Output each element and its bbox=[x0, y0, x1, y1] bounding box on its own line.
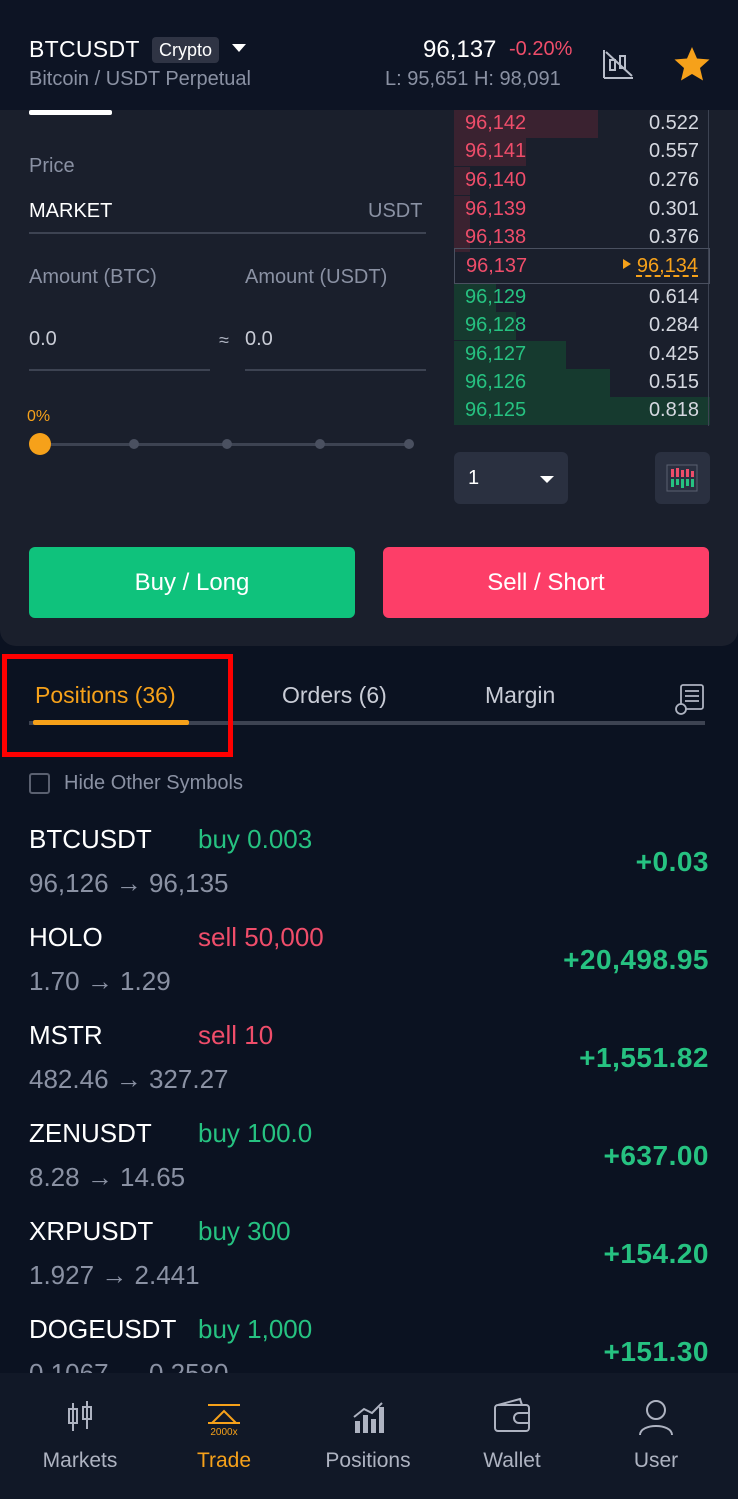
amount-btc-input[interactable]: 0.0 bbox=[29, 328, 57, 351]
price-field-underline bbox=[29, 232, 426, 234]
amount-usdt-input[interactable]: 0.0 bbox=[245, 328, 273, 351]
position-symbol: HOLO bbox=[29, 922, 103, 952]
user-icon bbox=[639, 1400, 673, 1436]
position-symbol: DOGEUSDT bbox=[29, 1314, 177, 1344]
depth-select[interactable]: 1 bbox=[454, 452, 568, 504]
depth-chart-icon bbox=[666, 464, 698, 492]
approx-symbol: ≈ bbox=[219, 330, 229, 350]
highlight-annotation-box bbox=[2, 654, 233, 757]
sell-short-button[interactable]: Sell / Short bbox=[383, 547, 709, 618]
tab-orders[interactable]: Orders (6) bbox=[282, 682, 387, 709]
ask-row[interactable]: 96,139 0.301 bbox=[454, 196, 710, 224]
position-price-range: 1.927 → 2.441 bbox=[29, 1260, 200, 1290]
nav-positions[interactable]: Positions bbox=[296, 1373, 440, 1499]
symbol-title[interactable]: BTCUSDT bbox=[29, 36, 140, 63]
order-type-tab-indicator bbox=[29, 110, 112, 115]
favorite-star-icon[interactable] bbox=[672, 44, 712, 84]
position-symbol: MSTR bbox=[29, 1020, 103, 1050]
bid-row[interactable]: 96,128 0.284 bbox=[454, 312, 710, 340]
hide-other-symbols-label[interactable]: Hide Other Symbols bbox=[64, 772, 243, 795]
position-side: sell 50,000 bbox=[198, 922, 324, 952]
position-row[interactable]: MSTR sell 10 482.46 → 327.27 +1,551.82 bbox=[0, 1020, 738, 1118]
position-side: buy 0.003 bbox=[198, 824, 313, 854]
nav-markets[interactable]: Markets bbox=[8, 1373, 152, 1499]
price-label: Price bbox=[29, 155, 75, 177]
wallet-icon bbox=[494, 1397, 530, 1432]
nav-user-label: User bbox=[633, 1449, 679, 1472]
position-price-range: 96,126 → 96,135 bbox=[29, 868, 229, 898]
bid-row[interactable]: 96,125 0.818 bbox=[454, 397, 710, 425]
position-side: sell 10 bbox=[198, 1020, 274, 1050]
position-pnl: +1,551.82 bbox=[579, 1042, 709, 1073]
amount-btc-label: Amount (BTC) bbox=[29, 266, 157, 288]
nav-user[interactable]: User bbox=[584, 1373, 728, 1499]
amount-usdt-label: Amount (USDT) bbox=[245, 266, 388, 288]
mark-price: 96,134 bbox=[636, 255, 698, 277]
candlestick-icon bbox=[68, 1401, 92, 1431]
nav-positions-label: Positions bbox=[325, 1449, 411, 1472]
position-price-range: 8.28 → 14.65 bbox=[29, 1162, 186, 1192]
position-symbol: BTCUSDT bbox=[29, 824, 152, 854]
price-change: -0.20% bbox=[509, 38, 573, 60]
tab-margin[interactable]: Margin bbox=[485, 682, 555, 709]
mid-last-price: 96,137 bbox=[466, 255, 528, 277]
position-price-range: 1.70 → 1.29 bbox=[29, 966, 171, 996]
buy-long-button[interactable]: Buy / Long bbox=[29, 547, 355, 618]
nav-wallet[interactable]: Wallet bbox=[440, 1373, 584, 1499]
slider-handle[interactable] bbox=[29, 433, 51, 455]
symbol-subtitle: Bitcoin / USDT Perpetual bbox=[29, 68, 251, 90]
chevron-down-icon bbox=[540, 476, 554, 483]
position-symbol: ZENUSDT bbox=[29, 1118, 152, 1148]
nav-trade-label: Trade bbox=[196, 1449, 252, 1472]
position-row[interactable]: BTCUSDT buy 0.003 96,126 → 96,135 +0.03 bbox=[0, 824, 738, 922]
bid-row[interactable]: 96,127 0.425 bbox=[454, 341, 710, 369]
ask-row[interactable]: 96,140 0.276 bbox=[454, 167, 710, 195]
low-high-range: L: 95,651 H: 98,091 bbox=[385, 68, 561, 90]
order-book-mid-price: 96,137 96,134 bbox=[454, 248, 710, 284]
position-pnl: +637.00 bbox=[603, 1140, 709, 1171]
price-unit: USDT bbox=[368, 200, 423, 222]
slider-step-75[interactable] bbox=[315, 439, 325, 449]
ask-row[interactable]: 96,142 0.522 bbox=[454, 110, 710, 138]
nav-markets-label: Markets bbox=[42, 1449, 118, 1472]
ask-row[interactable]: 96,141 0.557 bbox=[454, 138, 710, 166]
slider-percent: 0% bbox=[27, 408, 51, 425]
slider-step-25[interactable] bbox=[129, 439, 139, 449]
position-side: buy 1,000 bbox=[198, 1314, 313, 1344]
amount-btc-underline bbox=[29, 369, 210, 371]
bottom-nav: Markets 2000x Trade Positions Wallet Use… bbox=[0, 1373, 738, 1499]
slider-step-100[interactable] bbox=[404, 439, 414, 449]
position-side: buy 100.0 bbox=[198, 1118, 313, 1148]
trade-icon: 2000x bbox=[208, 1404, 240, 1437]
nav-trade[interactable]: 2000x Trade bbox=[152, 1373, 296, 1499]
position-pnl: +0.03 bbox=[635, 846, 709, 877]
position-price-range: 482.46 → 327.27 bbox=[29, 1064, 229, 1094]
chevron-down-icon[interactable] bbox=[232, 44, 246, 52]
bid-row[interactable]: 96,129 0.614 bbox=[454, 284, 710, 312]
slider-step-50[interactable] bbox=[222, 439, 232, 449]
position-row[interactable]: XRPUSDT buy 300 1.927 → 2.441 +154.20 bbox=[0, 1216, 738, 1314]
bid-row[interactable]: 96,126 0.515 bbox=[454, 369, 710, 397]
market-type-badge: Crypto bbox=[152, 37, 220, 63]
report-icon[interactable] bbox=[673, 682, 707, 716]
depth-value: 1 bbox=[468, 467, 480, 489]
position-row[interactable]: ZENUSDT buy 100.0 8.28 → 14.65 +637.00 bbox=[0, 1118, 738, 1216]
chart-off-icon[interactable] bbox=[600, 46, 636, 82]
position-symbol: XRPUSDT bbox=[29, 1216, 154, 1246]
bar-chart-icon bbox=[353, 1402, 384, 1433]
position-side: buy 300 bbox=[198, 1216, 291, 1246]
position-pnl: +154.20 bbox=[603, 1238, 709, 1269]
last-price: 96,137 bbox=[423, 36, 497, 63]
order-book-view-button[interactable] bbox=[655, 452, 710, 504]
mark-flag-icon bbox=[623, 259, 631, 269]
trade-leverage-badge: 2000x bbox=[210, 1427, 237, 1437]
position-pnl: +151.30 bbox=[603, 1336, 709, 1367]
top-bar: BTCUSDT Crypto Bitcoin / USDT Perpetual … bbox=[0, 0, 738, 110]
amount-usdt-underline bbox=[245, 369, 426, 371]
position-row[interactable]: HOLO sell 50,000 1.70 → 1.29 +20,498.95 bbox=[0, 922, 738, 1020]
position-pnl: +20,498.95 bbox=[563, 944, 709, 975]
nav-wallet-label: Wallet bbox=[483, 1449, 541, 1472]
price-input[interactable]: MARKET bbox=[29, 200, 112, 223]
hide-other-symbols-checkbox[interactable] bbox=[29, 773, 50, 794]
